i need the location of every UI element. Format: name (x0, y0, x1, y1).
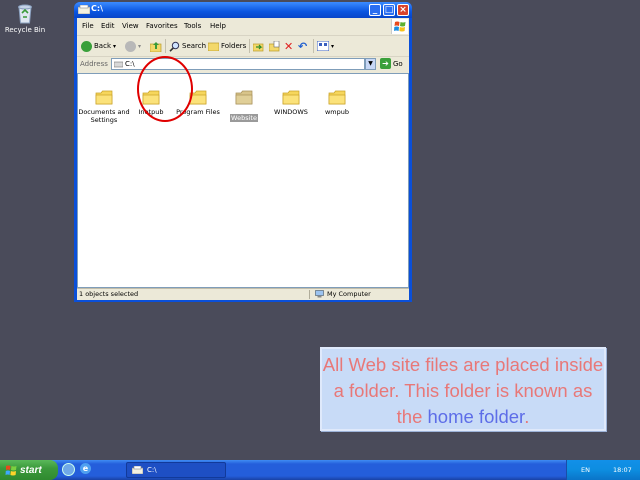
move-to-icon (253, 43, 264, 51)
clock[interactable]: 18:07 (613, 466, 632, 474)
views-icon (317, 41, 329, 51)
forward-button[interactable]: ▾ (125, 39, 141, 53)
minimize-button[interactable]: _ (369, 4, 381, 16)
caption-highlight: home folder (427, 406, 525, 427)
language-indicator[interactable]: EN (581, 466, 590, 474)
windows-logo-icon (391, 19, 408, 34)
address-dropdown-button[interactable]: ▼ (365, 58, 376, 70)
quick-launch: e (62, 463, 91, 476)
internet-explorer-icon[interactable]: e (80, 463, 91, 474)
up-folder-button[interactable] (150, 39, 162, 53)
title-bar[interactable]: C:\ _ □ × (74, 2, 412, 18)
menu-help[interactable]: Help (210, 22, 226, 30)
start-label: start (20, 464, 42, 476)
folder-documents-and-settings[interactable]: Documents and Settings (78, 90, 130, 124)
views-button[interactable]: ▾ (317, 39, 334, 53)
folder-icon (235, 90, 253, 105)
folder-icon (282, 90, 300, 105)
undo-icon: ↶ (298, 39, 308, 53)
folder-label: WINDOWS (274, 108, 308, 116)
toolbar-separator (313, 39, 314, 53)
recycle-bin-label: Recycle Bin (4, 26, 46, 34)
back-label: Back (94, 42, 111, 50)
status-selection-text: 1 objects selected (79, 290, 139, 298)
search-label: Search (182, 42, 207, 50)
windows-flag-icon (5, 465, 17, 475)
menu-view[interactable]: View (122, 22, 139, 30)
maximize-button[interactable]: □ (383, 4, 395, 16)
go-arrow-icon: ➔ (380, 58, 391, 69)
folder-label: Documents and Settings (78, 108, 130, 124)
copy-to-icon (269, 40, 280, 51)
forward-dropdown-icon: ▾ (138, 42, 142, 50)
folder-icon (328, 90, 346, 105)
system-tray: EN 18:07 (566, 460, 640, 480)
move-to-button[interactable] (253, 39, 264, 53)
window-client: File Edit View Favorites Tools Help Back… (77, 18, 409, 300)
go-label: Go (393, 59, 403, 68)
folder-icon (95, 90, 113, 105)
back-arrow-icon (81, 40, 92, 52)
search-button[interactable]: Search (169, 39, 206, 53)
window-title: C:\ (91, 4, 103, 13)
folders-button[interactable]: Folders (208, 39, 246, 53)
toolbar-separator (249, 39, 250, 53)
caption-box: All Web site files are placed inside a f… (320, 347, 606, 431)
drive-icon (114, 61, 123, 68)
menu-tools[interactable]: Tools (184, 22, 201, 30)
folder-view[interactable]: Documents and Settings Inetpub Program F… (77, 73, 409, 288)
menu-bar: File Edit View Favorites Tools Help (77, 18, 409, 36)
delete-button[interactable]: ✕ (284, 39, 293, 53)
standard-toolbar: Back ▾ ▾ Search Folders ✕ ↶ ▾ (77, 36, 409, 57)
folder-icon (78, 5, 90, 14)
taskbar-item-explorer[interactable]: C:\ (126, 462, 226, 478)
address-label: Address (80, 60, 108, 68)
folder-label: Website (230, 114, 258, 122)
status-divider (309, 290, 310, 299)
folder-wmpub[interactable]: wmpub (311, 90, 363, 116)
address-bar: Address C:\ ▼ ➔ Go (77, 57, 409, 72)
back-dropdown-icon: ▾ (113, 42, 117, 50)
menu-edit[interactable]: Edit (101, 22, 115, 30)
forward-arrow-icon (125, 40, 136, 52)
search-icon (169, 41, 180, 52)
address-value: C:\ (125, 60, 135, 68)
delete-icon: ✕ (284, 39, 294, 53)
folders-label: Folders (221, 42, 247, 50)
go-button[interactable]: ➔ Go (380, 58, 403, 69)
folder-icon (132, 466, 143, 474)
folders-icon (208, 42, 219, 51)
up-folder-icon (150, 41, 162, 52)
menu-favorites[interactable]: Favorites (146, 22, 178, 30)
close-button[interactable]: × (397, 4, 409, 16)
show-desktop-icon[interactable] (62, 463, 75, 476)
views-dropdown-icon: ▾ (331, 42, 335, 50)
copy-to-button[interactable] (269, 39, 280, 53)
folder-label: wmpub (324, 108, 350, 116)
recycle-bin-shortcut[interactable]: Recycle Bin (4, 2, 46, 34)
undo-button[interactable]: ↶ (298, 39, 307, 53)
status-location: My Computer (315, 290, 371, 298)
recycle-bin-icon (15, 2, 35, 24)
taskbar: start e C:\ EN 18:07 (0, 460, 640, 480)
highlight-circle (137, 56, 193, 122)
folder-windows[interactable]: WINDOWS (265, 90, 317, 116)
start-button[interactable]: start (0, 460, 58, 480)
taskbar-item-label: C:\ (147, 466, 157, 474)
back-button[interactable]: Back ▾ (81, 39, 116, 53)
caption-end: . (524, 406, 530, 427)
menu-file[interactable]: File (82, 22, 94, 30)
status-bar: 1 objects selected My Computer (77, 288, 409, 300)
my-computer-icon (315, 290, 324, 298)
toolbar-separator (165, 39, 166, 53)
explorer-window: C:\ _ □ × File Edit View Favorites Tools… (74, 2, 412, 302)
folder-website[interactable]: Website (218, 90, 270, 124)
status-location-text: My Computer (327, 290, 371, 298)
